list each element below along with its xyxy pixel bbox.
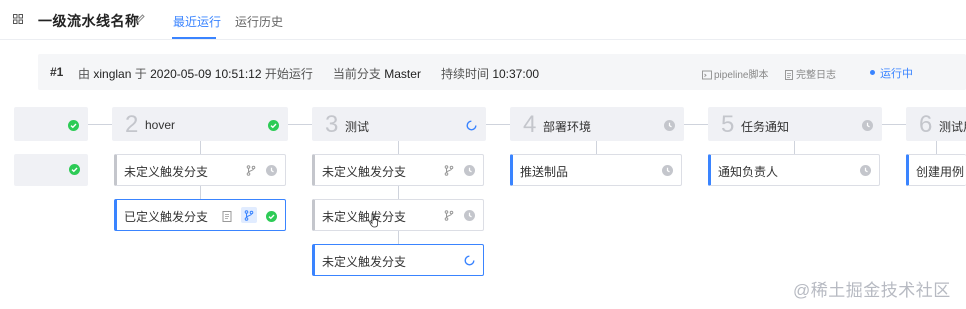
job-connector — [596, 141, 597, 154]
watermark: @稀土掘金技术社区 — [793, 281, 951, 300]
job-connector — [200, 186, 201, 199]
job-name: 通知负责人 — [718, 165, 779, 179]
stage-connector — [288, 124, 312, 125]
run-number: #1 — [50, 65, 64, 79]
stage-name: 测试用 — [939, 120, 966, 134]
stage-connector — [88, 124, 112, 125]
stage-number: 4 — [523, 111, 537, 138]
branch-icon[interactable] — [443, 164, 455, 176]
tab-run-history[interactable]: 运行历史 — [235, 13, 283, 30]
pending-icon — [463, 164, 475, 176]
back-icon[interactable] — [13, 14, 23, 24]
pending-icon — [661, 164, 673, 176]
branch-icon[interactable] — [241, 207, 257, 223]
job-card[interactable]: 未定义触发分支 — [312, 154, 484, 186]
job-card[interactable]: 通知负责人 — [708, 154, 880, 186]
run-datetime: 2020-05-09 10:51:12 — [150, 67, 262, 81]
stage-header-2[interactable]: 2 hover — [112, 107, 288, 141]
job-connector — [936, 141, 937, 154]
success-icon — [68, 118, 79, 136]
stage-connector — [882, 124, 906, 125]
edit-icon[interactable] — [135, 13, 146, 24]
success-icon — [268, 118, 279, 136]
job-connector — [200, 141, 201, 154]
run-user: xinglan — [93, 67, 132, 81]
hand-cursor-icon — [369, 214, 378, 228]
pending-icon — [463, 209, 475, 221]
running-dot-icon — [870, 70, 875, 75]
stage-header-6[interactable]: 6 测试用 — [906, 107, 966, 141]
stage-name: 任务通知 — [741, 120, 790, 134]
job-card[interactable]: 推送制品 — [510, 154, 682, 186]
document-icon[interactable] — [221, 210, 233, 222]
tab-recent-runs[interactable]: 最近运行 — [173, 13, 221, 30]
job-name: 推送制品 — [520, 165, 569, 179]
job-card[interactable]: 创建用例 — [906, 154, 966, 186]
job-name: 未定义触发分支 — [322, 165, 407, 179]
pending-icon — [664, 118, 675, 136]
stage-name: 部署环境 — [543, 120, 592, 134]
page-header: 一级流水线名称 最近运行 运行历史 — [0, 0, 966, 40]
job-connector — [794, 141, 795, 154]
pending-icon — [859, 164, 871, 176]
running-icon — [466, 118, 477, 136]
job-name: 未定义触发分支 — [322, 210, 407, 224]
success-icon — [68, 163, 80, 175]
stage-header-3[interactable]: 3 测试 — [312, 107, 486, 141]
job-connector — [398, 141, 399, 154]
pipeline-script-link[interactable]: pipeline脚本 — [702, 66, 768, 81]
job-card[interactable]: 未定义触发分支 — [114, 154, 286, 186]
job-connector — [398, 231, 399, 244]
pending-icon — [862, 118, 873, 136]
stage-header-4[interactable]: 4 部署环境 — [510, 107, 684, 141]
stage-name: hover — [145, 118, 176, 132]
stage-number: 2 — [125, 111, 139, 138]
run-branch: Master — [384, 67, 421, 81]
document-icon — [785, 70, 793, 80]
stage-connector — [684, 124, 708, 125]
job-name: 已定义触发分支 — [124, 210, 209, 224]
stage-name: 测试 — [345, 120, 370, 134]
full-log-link[interactable]: 完整日志 — [784, 66, 836, 81]
run-duration: 10:37:00 — [492, 67, 540, 81]
running-icon — [463, 254, 475, 266]
run-status: 运行中 — [870, 65, 913, 81]
branch-icon[interactable] — [443, 209, 455, 221]
job-card[interactable]: 已定义触发分支 — [114, 199, 286, 231]
job-card[interactable]: 未定义触发分支 — [312, 244, 484, 276]
pipeline-title: 一级流水线名称 — [38, 13, 140, 29]
stage-number: 6 — [919, 111, 933, 138]
stage-connector — [486, 124, 510, 125]
job-card[interactable]: 未定义触发分支 — [312, 199, 484, 231]
active-tab-indicator — [172, 37, 216, 39]
job-connector — [398, 186, 399, 199]
success-icon — [265, 210, 277, 222]
terminal-icon — [702, 70, 712, 80]
pending-icon — [265, 164, 277, 176]
run-info-bar: #1 由 xinglan 于 2020-05-09 10:51:12 开始运行 … — [38, 54, 966, 90]
stage-number: 5 — [721, 111, 735, 138]
branch-icon[interactable] — [245, 164, 257, 176]
stage-header-5[interactable]: 5 任务通知 — [708, 107, 882, 141]
job-name: 创建用例 — [916, 165, 965, 179]
stage-number: 3 — [325, 111, 339, 138]
job-card[interactable] — [14, 154, 88, 186]
stage-header-1[interactable] — [14, 107, 88, 141]
job-name: 未定义触发分支 — [322, 255, 407, 269]
run-description: 由 xinglan 于 2020-05-09 10:51:12 开始运行 当前分… — [78, 67, 540, 81]
job-name: 未定义触发分支 — [124, 165, 209, 179]
